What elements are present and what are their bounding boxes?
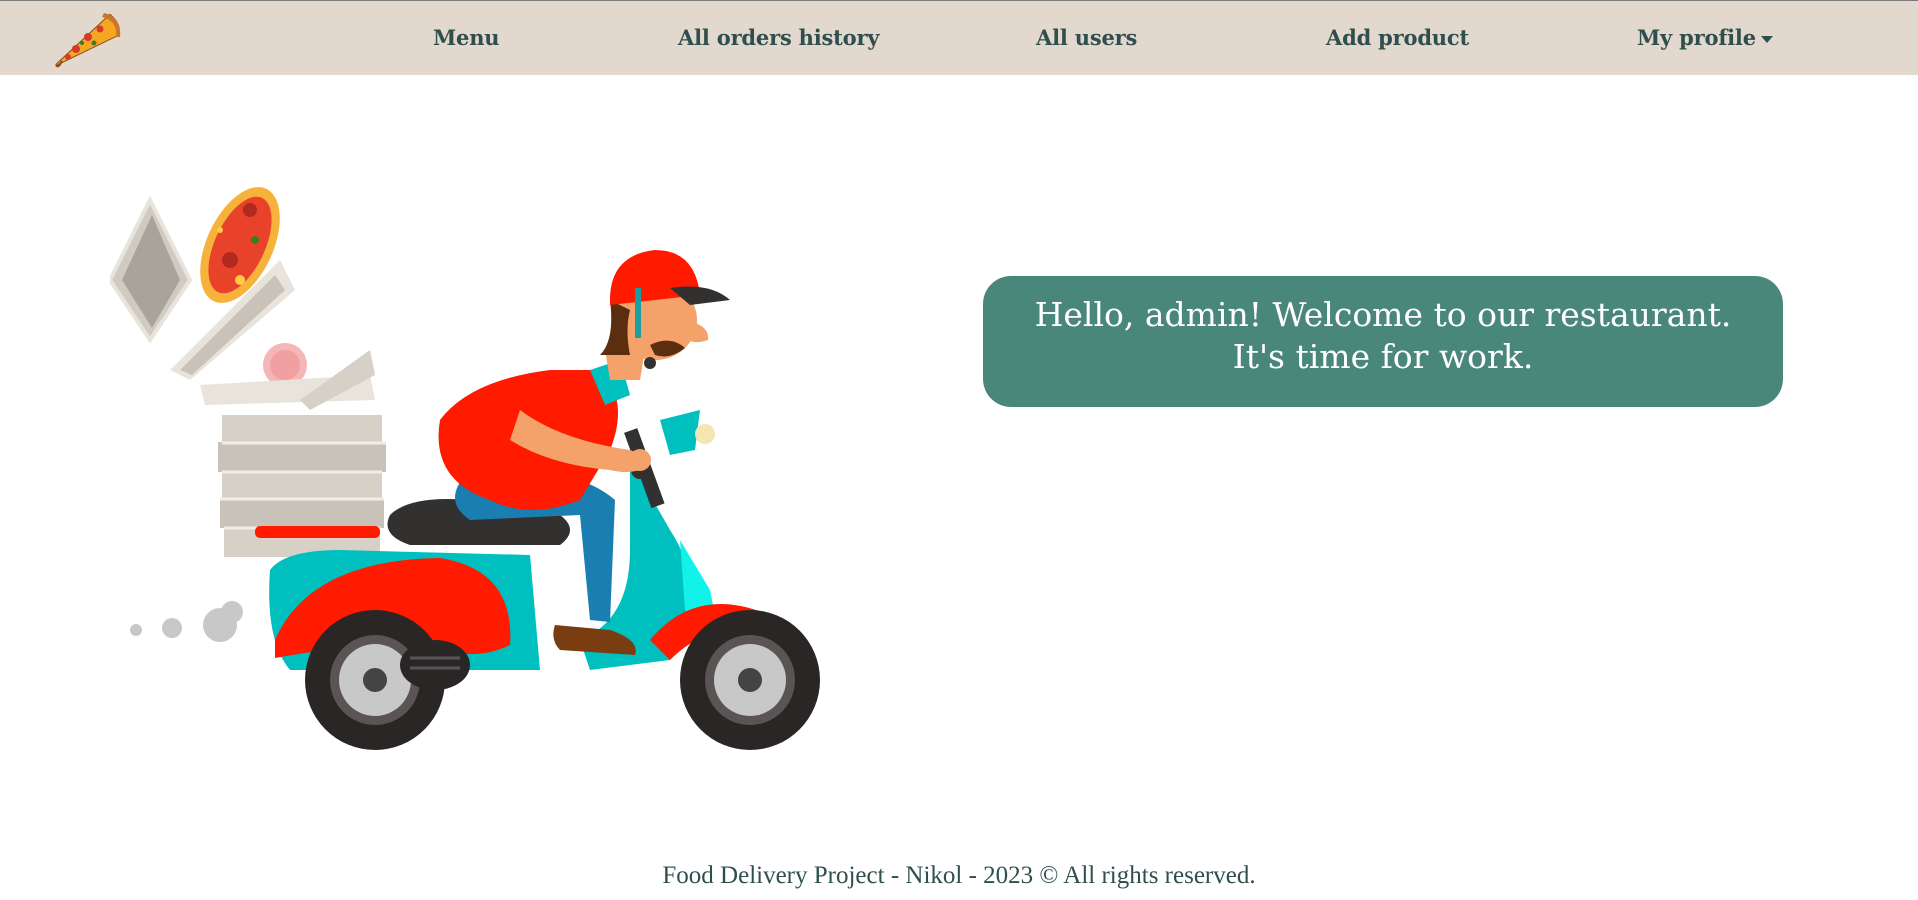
nav-add-product-link[interactable]: Add product [1326, 25, 1469, 50]
caret-down-icon[interactable] [1761, 36, 1773, 43]
nav-my-profile-dropdown[interactable]: My profile [1637, 25, 1756, 50]
welcome-message-text: Hello, admin! Welcome to our restaurant.… [1034, 295, 1732, 376]
footer-copyright: Food Delivery Project - Nikol - 2023 © A… [662, 862, 1256, 889]
nav-menu-link[interactable]: Menu [433, 25, 500, 50]
nav-all-users-link[interactable]: All users [1036, 25, 1137, 50]
welcome-message-box: Hello, admin! Welcome to our restaurant.… [983, 276, 1783, 407]
nav-orders-history-link[interactable]: All orders history [678, 25, 880, 50]
top-navbar: Menu All orders history All users Add pr… [0, 0, 1918, 75]
pizza-slice-icon[interactable] [48, 7, 124, 71]
pizza-delivery-scooter-illustration [110, 187, 820, 750]
